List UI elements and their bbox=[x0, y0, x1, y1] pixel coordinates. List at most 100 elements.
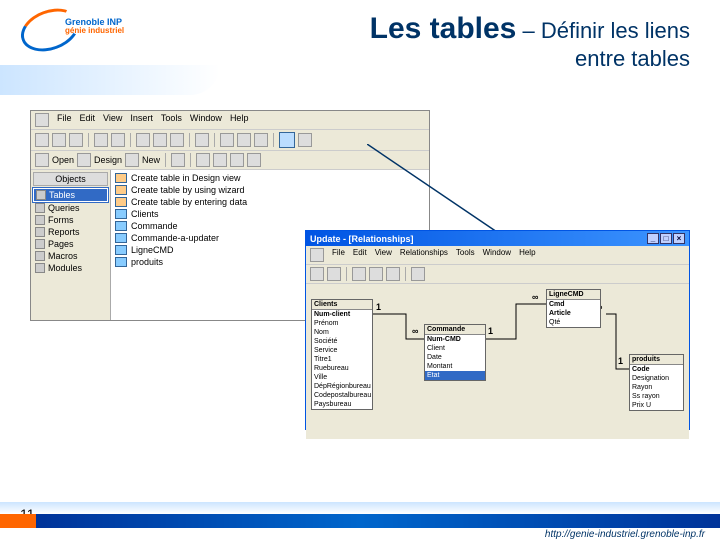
design-obj-icon[interactable] bbox=[77, 153, 91, 167]
view-detail-icon[interactable] bbox=[247, 153, 261, 167]
list-item[interactable]: Create table by entering data bbox=[113, 196, 427, 208]
menu-edit[interactable]: Edit bbox=[80, 113, 96, 127]
rel-menu-window[interactable]: Window bbox=[483, 248, 511, 262]
delete-icon[interactable] bbox=[171, 153, 185, 167]
table-field[interactable]: Etat bbox=[425, 371, 485, 380]
separator bbox=[405, 267, 406, 281]
table-field[interactable]: Num-client bbox=[312, 310, 372, 319]
table-field[interactable]: Qté bbox=[547, 318, 600, 327]
table-field[interactable]: Rayon bbox=[630, 383, 683, 392]
table-field[interactable]: Prix U bbox=[630, 401, 683, 410]
table-field[interactable]: Date bbox=[425, 353, 485, 362]
print-icon[interactable] bbox=[327, 267, 341, 281]
new-icon[interactable] bbox=[35, 133, 49, 147]
relationships-icon[interactable] bbox=[279, 132, 295, 148]
save-icon[interactable] bbox=[310, 267, 324, 281]
table-field[interactable]: Ruebureau bbox=[312, 364, 372, 373]
relationships-canvas[interactable]: 1 ∞ 1 ∞ ∞ 1 Clients Num-client Prénom No… bbox=[306, 284, 689, 439]
table-field[interactable]: Article bbox=[547, 309, 600, 318]
preview-icon[interactable] bbox=[111, 133, 125, 147]
menu-tools[interactable]: Tools bbox=[161, 113, 182, 127]
table-field[interactable]: DépRégionbureau bbox=[312, 382, 372, 391]
screenshot-area: File Edit View Insert Tools Window Help bbox=[30, 110, 690, 480]
sidebar-item-label: Macros bbox=[48, 251, 78, 261]
rel-menu-tools[interactable]: Tools bbox=[456, 248, 475, 262]
list-item-label: LigneCMD bbox=[131, 245, 174, 255]
menu-insert[interactable]: Insert bbox=[130, 113, 153, 127]
table-clients[interactable]: Clients Num-client Prénom Nom Société Se… bbox=[311, 299, 373, 410]
show-direct-icon[interactable] bbox=[369, 267, 383, 281]
add-table-icon[interactable] bbox=[352, 267, 366, 281]
table-field[interactable]: Cmd bbox=[547, 300, 600, 309]
list-item[interactable]: Clients bbox=[113, 208, 427, 220]
table-field[interactable]: Titre1 bbox=[312, 355, 372, 364]
rel-menu-relationships[interactable]: Relationships bbox=[400, 248, 448, 262]
table-commande[interactable]: Commande Num-CMD Client Date Montant Eta… bbox=[424, 324, 486, 381]
table-lignecmd[interactable]: LigneCMD Cmd Article Qté bbox=[546, 289, 601, 328]
toolbar-db: Open Design New bbox=[31, 151, 429, 170]
menu-help[interactable]: Help bbox=[230, 113, 249, 127]
new-obj-icon[interactable] bbox=[125, 153, 139, 167]
list-item[interactable]: Create table by using wizard bbox=[113, 184, 427, 196]
sidebar-item-reports[interactable]: Reports bbox=[33, 226, 108, 238]
view-small-icon[interactable] bbox=[213, 153, 227, 167]
menu-file[interactable]: File bbox=[57, 113, 72, 127]
sidebar-item-queries[interactable]: Queries bbox=[33, 202, 108, 214]
copy-icon[interactable] bbox=[153, 133, 167, 147]
table-field[interactable]: Prénom bbox=[312, 319, 372, 328]
list-item-label: Create table by using wizard bbox=[131, 185, 245, 195]
undo-icon[interactable] bbox=[195, 133, 209, 147]
table-field[interactable]: Codepostalbureau bbox=[312, 391, 372, 400]
open-obj-icon[interactable] bbox=[35, 153, 49, 167]
minimize-icon[interactable]: _ bbox=[647, 233, 659, 244]
view-large-icon[interactable] bbox=[196, 153, 210, 167]
table-field[interactable]: Code bbox=[630, 365, 683, 374]
table-field[interactable]: Montant bbox=[425, 362, 485, 371]
view-list-icon[interactable] bbox=[230, 153, 244, 167]
sidebar-item-pages[interactable]: Pages bbox=[33, 238, 108, 250]
window-titlebar[interactable]: Update - [Relationships] _ □ × bbox=[306, 231, 689, 246]
table-field[interactable]: Nom bbox=[312, 328, 372, 337]
open-icon[interactable] bbox=[52, 133, 66, 147]
clear-layout-icon[interactable] bbox=[411, 267, 425, 281]
sidebar-item-forms[interactable]: Forms bbox=[33, 214, 108, 226]
objects-sidebar: Objects Tables Queries Forms Reports Pag… bbox=[31, 170, 111, 320]
cardinality-many: ∞ bbox=[532, 292, 538, 302]
close-icon[interactable]: × bbox=[673, 233, 685, 244]
rel-menu-view[interactable]: View bbox=[375, 248, 392, 262]
properties-icon[interactable] bbox=[298, 133, 312, 147]
table-field[interactable]: Num-CMD bbox=[425, 335, 485, 344]
cut-icon[interactable] bbox=[136, 133, 150, 147]
sidebar-item-modules[interactable]: Modules bbox=[33, 262, 108, 274]
office-icon[interactable] bbox=[220, 133, 234, 147]
new-label[interactable]: New bbox=[142, 155, 160, 165]
table-field[interactable]: Service bbox=[312, 346, 372, 355]
rel-menu-edit[interactable]: Edit bbox=[353, 248, 367, 262]
table-field[interactable]: Société bbox=[312, 337, 372, 346]
open-label[interactable]: Open bbox=[52, 155, 74, 165]
cardinality-one: 1 bbox=[618, 356, 623, 366]
sidebar-item-macros[interactable]: Macros bbox=[33, 250, 108, 262]
table-field[interactable]: Ss rayon bbox=[630, 392, 683, 401]
print-icon[interactable] bbox=[94, 133, 108, 147]
table-field[interactable]: Client bbox=[425, 344, 485, 353]
table-produits[interactable]: produits Code Designation Rayon Ss rayon… bbox=[629, 354, 684, 411]
table-field[interactable]: Paysbureau bbox=[312, 400, 372, 409]
table-field[interactable]: Designation bbox=[630, 374, 683, 383]
wizard-icon bbox=[115, 173, 127, 183]
show-all-icon[interactable] bbox=[386, 267, 400, 281]
design-label[interactable]: Design bbox=[94, 155, 122, 165]
rel-menu-file[interactable]: File bbox=[332, 248, 345, 262]
script-icon[interactable] bbox=[254, 133, 268, 147]
analyze-icon[interactable] bbox=[237, 133, 251, 147]
paste-icon[interactable] bbox=[170, 133, 184, 147]
maximize-icon[interactable]: □ bbox=[660, 233, 672, 244]
table-field[interactable]: Ville bbox=[312, 373, 372, 382]
menu-window[interactable]: Window bbox=[190, 113, 222, 127]
save-icon[interactable] bbox=[69, 133, 83, 147]
rel-menu-help[interactable]: Help bbox=[519, 248, 535, 262]
menu-view[interactable]: View bbox=[103, 113, 122, 127]
list-item[interactable]: Create table in Design view bbox=[113, 172, 427, 184]
sidebar-item-tables[interactable]: Tables bbox=[33, 188, 108, 202]
table-header: produits bbox=[630, 355, 683, 365]
